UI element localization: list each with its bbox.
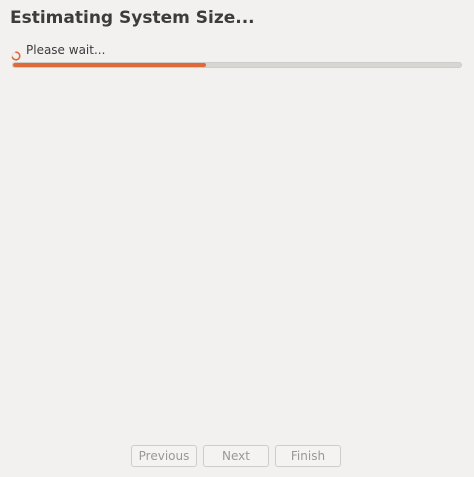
page-title: Estimating System Size... [10,8,255,28]
spinner-icon [11,46,21,61]
button-row: Previous Next Finish [131,445,341,467]
previous-button[interactable]: Previous [131,445,197,467]
progress-fill [13,63,206,67]
progress-bar [12,62,462,68]
finish-button[interactable]: Finish [275,445,341,467]
next-button[interactable]: Next [203,445,269,467]
status-text: Please wait... [26,43,106,57]
status-row: Please wait... [11,41,106,61]
installer-window: Estimating System Size... Please wait...… [0,0,474,477]
